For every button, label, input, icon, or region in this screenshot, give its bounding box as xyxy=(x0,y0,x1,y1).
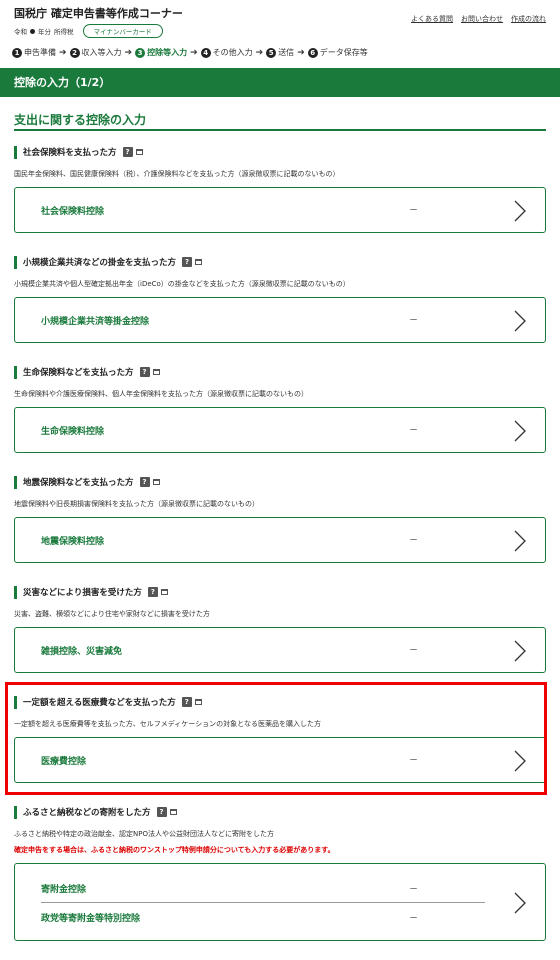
arrow-icon: ➔ xyxy=(255,47,264,58)
chevron-right-icon xyxy=(514,640,526,662)
mynumber-badge: マイナンバーカード xyxy=(82,24,163,38)
step-6: 6 データ保存等 xyxy=(307,47,368,58)
category-donation: ふるさと納税などの寄附をした方? ふるさと納税や特定の政治献金、認定NPO法人や… xyxy=(14,805,546,941)
new-window-icon[interactable] xyxy=(160,589,168,595)
card-value: － xyxy=(409,316,419,326)
category-description: 小規模企業共済や個人型確定拠出年金（iDeCo）の掛金などを支払った方（源泉徴収… xyxy=(14,280,350,288)
section-divider xyxy=(14,129,546,131)
earthquake-insurance-deduction-button[interactable]: 地震保険料控除 － xyxy=(14,517,546,563)
step-4: 4 その他入力 xyxy=(200,47,253,58)
category-description: 国民年金保険料、国民健康保険料（税）、介護保険料などを支払った方（源泉徴収票に記… xyxy=(14,170,340,178)
chevron-right-icon xyxy=(514,530,526,552)
help-icon[interactable]: ? xyxy=(122,147,133,157)
card-value: － xyxy=(409,536,419,546)
card-label: 生命保険料控除 xyxy=(41,427,105,437)
category-social-insurance: 社会保険料を支払った方? 国民年金保険料、国民健康保険料（税）、介護保険料などを… xyxy=(14,145,546,233)
category-earthquake-insurance: 地震保険料などを支払った方? 地震保険料や旧長期損害保険料を支払った方（源泉徴収… xyxy=(14,475,546,563)
category-title: 地震保険料などを支払った方 xyxy=(23,478,134,488)
contact-link[interactable]: お問い合わせ xyxy=(461,14,503,24)
category-title: 社会保険料を支払った方 xyxy=(23,148,117,158)
category-description: 災害、盗難、横領などにより住宅や家財などに損害を受けた方 xyxy=(14,610,210,618)
page-header: 国税庁 確定申告書等作成コーナー 令和 年分 所得税 マイナンバーカード よくあ… xyxy=(0,0,560,40)
step-5: 5 送信 xyxy=(266,47,294,58)
tax-year-row: 令和 年分 所得税 マイナンバーカード xyxy=(14,24,163,38)
chevron-right-icon xyxy=(514,310,526,332)
category-title: 小規模企業共済などの掛金を支払った方 xyxy=(23,258,177,268)
category-casualty-loss: 災害などにより損害を受けた方? 災害、盗難、横領などにより住宅や家財などに損害を… xyxy=(14,585,546,673)
card-value: － xyxy=(409,426,419,436)
faq-link[interactable]: よくある質問 xyxy=(411,14,453,24)
new-window-icon[interactable] xyxy=(135,149,143,155)
new-window-icon[interactable] xyxy=(169,809,177,815)
progress-steps: 1 申告準備 ➔ 2 収入等入力 ➔ 3 控除等入力 ➔ 4 その他入力 ➔ 5 送信 ➔… xyxy=(12,47,368,58)
new-window-icon[interactable] xyxy=(152,479,160,485)
category-description: 地震保険料や旧長期損害保険料を支払った方（源泉徴収票に記載のないもの） xyxy=(14,500,259,508)
card-label: 小規模企業共済等掛金控除 xyxy=(41,317,150,327)
category-description: ふるさと納税や特定の政治献金、認定NPO法人や公益財団法人などに寄附をした方 xyxy=(14,830,274,838)
help-icon[interactable]: ? xyxy=(156,807,167,817)
new-window-icon[interactable] xyxy=(195,259,203,265)
category-title: ふるさと納税などの寄附をした方 xyxy=(23,808,151,818)
political-donation-value: － xyxy=(409,914,419,924)
year-placeholder-dot xyxy=(30,28,35,34)
card-value: － xyxy=(409,206,419,216)
arrow-icon: ➔ xyxy=(297,47,305,58)
site-title: 国税庁 確定申告書等作成コーナー xyxy=(14,7,183,20)
era-label: 令和 xyxy=(14,28,27,36)
card-value: － xyxy=(409,646,419,656)
header-links: よくある質問 お問い合わせ 作成の流れ xyxy=(411,14,546,24)
card-label: 地震保険料控除 xyxy=(41,537,105,547)
chevron-right-icon xyxy=(514,200,526,222)
help-icon[interactable]: ? xyxy=(139,367,150,377)
arrow-icon: ➔ xyxy=(59,47,67,58)
political-donation-label: 政党等寄附金等特別控除 xyxy=(41,914,141,924)
small-business-mutual-deduction-button[interactable]: 小規模企業共済等掛金控除 － xyxy=(14,297,546,343)
step-3-current: 3 控除等入力 xyxy=(135,47,187,58)
tax-type-label: 所得税 xyxy=(54,28,74,36)
chevron-right-icon xyxy=(514,892,526,914)
year-label: 年分 xyxy=(38,28,51,36)
category-description: 生命保険料や介護医療保険料、個人年金保険料を支払った方（源泉徴収票に記載のないも… xyxy=(14,390,308,398)
chevron-right-icon xyxy=(514,420,526,442)
flow-link[interactable]: 作成の流れ xyxy=(511,14,546,24)
arrow-icon: ➔ xyxy=(124,47,133,58)
arrow-icon: ➔ xyxy=(190,47,198,58)
step-2: 2 収入等入力 xyxy=(69,47,122,58)
help-icon[interactable]: ? xyxy=(182,257,193,267)
category-small-business-mutual: 小規模企業共済などの掛金を支払った方? 小規模企業共済や個人型確定拠出年金（iD… xyxy=(14,255,546,343)
card-label: 雑損控除、災害減免 xyxy=(41,647,123,657)
social-insurance-deduction-button[interactable]: 社会保険料控除 － xyxy=(14,187,546,233)
highlight-box xyxy=(5,682,547,795)
category-life-insurance: 生命保険料などを支払った方? 生命保険料や介護医療保険料、個人年金保険料を支払っ… xyxy=(14,365,546,453)
donation-deduction-value: － xyxy=(409,885,419,895)
donation-deduction-label: 寄附金控除 xyxy=(41,885,87,895)
page-title-bar: 控除の入力（1/2） xyxy=(0,68,560,97)
category-title: 生命保険料などを支払った方 xyxy=(23,368,134,378)
help-icon[interactable]: ? xyxy=(147,587,158,597)
furusato-warning: 確定申告をする場合は、ふるさと納税のワンストップ特例申請分についても入力する必要… xyxy=(14,846,335,854)
card-label: 社会保険料控除 xyxy=(41,207,105,217)
section-title: 支出に関する控除の入力 xyxy=(14,113,147,127)
donation-deduction-button[interactable]: 寄附金控除 － 政党等寄附金等特別控除 － xyxy=(14,863,546,941)
step-1: 1 申告準備 xyxy=(12,47,56,58)
row-divider xyxy=(41,902,485,903)
category-title: 災害などにより損害を受けた方 xyxy=(23,588,142,598)
new-window-icon[interactable] xyxy=(152,369,160,375)
casualty-loss-deduction-button[interactable]: 雑損控除、災害減免 － xyxy=(14,627,546,673)
help-icon[interactable]: ? xyxy=(139,477,150,487)
life-insurance-deduction-button[interactable]: 生命保険料控除 － xyxy=(14,407,546,453)
